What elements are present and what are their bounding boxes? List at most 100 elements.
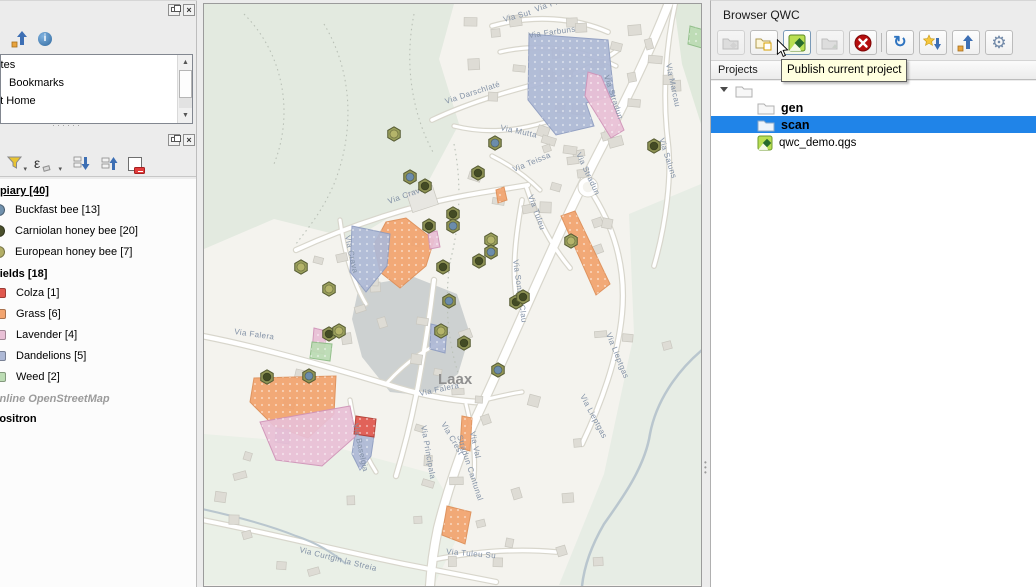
expand-favorites-button[interactable] [919, 30, 947, 55]
tree-item-label: scan [781, 118, 810, 132]
apiary-marker-carniolan[interactable] [437, 260, 449, 274]
apiary-marker-carniolan[interactable] [648, 139, 660, 153]
close-panel-button[interactable]: × [183, 134, 195, 146]
tree-item-gen[interactable]: gen [711, 99, 1036, 116]
apiary-marker-european[interactable] [333, 324, 345, 338]
legend-swatch [0, 309, 6, 319]
close-icon: × [186, 135, 191, 145]
refresh-button[interactable]: ↻ [886, 30, 914, 55]
publish-folder-button[interactable] [717, 30, 745, 55]
apiary-marker-buckfast[interactable] [404, 170, 416, 184]
legend-item[interactable]: Weed [2] [0, 366, 196, 387]
collapse-all-button[interactable] [10, 29, 30, 49]
apiary-marker-buckfast[interactable] [492, 363, 504, 377]
map-canvas[interactable]: Via DarschlatéVia SutVia PlaunaVia Farbu… [203, 3, 702, 587]
collapse-all-button[interactable] [100, 154, 120, 174]
legend-group[interactable]: Fields [18] [0, 262, 196, 282]
tree-item-root[interactable] [711, 82, 1036, 99]
legend-item[interactable]: Carniolan honey bee [20] [0, 220, 196, 241]
scrollbar[interactable]: ▲ ▼ [177, 55, 192, 123]
float-panel-button[interactable] [168, 134, 180, 146]
apiary-marker-buckfast[interactable] [443, 294, 455, 308]
apiary-marker-european[interactable] [323, 282, 335, 296]
scrollbar-up-button[interactable]: ▲ [178, 55, 193, 70]
close-icon: × [186, 5, 191, 15]
map-svg: Via DarschlatéVia SutVia PlaunaVia Farbu… [204, 4, 701, 586]
legend-label: Carniolan honey bee [20] [15, 225, 138, 237]
gear-icon: ⚙ [991, 35, 1006, 51]
browser-item[interactable]: Project Home [1, 91, 192, 109]
browser-list[interactable]: FavoritesBookmarksProject Home ▲ ▼ [0, 54, 193, 124]
legend-swatch [0, 225, 5, 237]
legend-item[interactable]: Grass [6] [0, 303, 196, 324]
dock-splitter[interactable]: ••• [702, 0, 710, 587]
expand-all-button[interactable] [72, 154, 92, 174]
delete-button[interactable] [849, 30, 877, 55]
apiary-marker-european[interactable] [435, 324, 447, 338]
float-panel-button[interactable] [168, 4, 180, 16]
layers-panel: × ▾ ε ▾ [0, 129, 197, 587]
tree-item-qwc-demo[interactable]: qwc_demo.qgs [711, 134, 1036, 151]
filter-legend-button[interactable]: ▾ [6, 154, 26, 174]
publish-project-icon [788, 34, 806, 52]
apiary-marker-buckfast[interactable] [303, 369, 315, 383]
float-icon [171, 7, 176, 12]
collapse-all-button[interactable] [952, 30, 980, 55]
folder-upload-disabled-icon [821, 35, 839, 51]
browser-item[interactable]: Bookmarks [1, 73, 192, 91]
legend-swatch [0, 204, 5, 216]
mouse-cursor [774, 39, 790, 63]
panel-splitter[interactable]: ······ [0, 122, 197, 129]
expression-icon: ε [34, 155, 40, 171]
info-button[interactable]: i [38, 29, 58, 49]
apiary-marker-carniolan[interactable] [517, 290, 529, 304]
legend-item[interactable]: Colza [1] [0, 282, 196, 303]
settings-button[interactable]: ⚙ [985, 30, 1013, 55]
dropdown-arrow-icon: ▾ [58, 165, 62, 173]
scrollbar-down-button[interactable]: ▼ [178, 108, 193, 123]
collapse-all-icon [100, 154, 120, 174]
collapse-all-icon [10, 29, 30, 49]
apiary-marker-carniolan[interactable] [458, 336, 470, 350]
legend-label: Buckfast bee [13] [15, 204, 100, 216]
apiary-marker-european[interactable] [565, 234, 577, 248]
apiary-marker-buckfast[interactable] [489, 136, 501, 150]
apiary-marker-carniolan[interactable] [261, 370, 273, 384]
load-project-button[interactable] [816, 30, 844, 55]
star-arrow-icon [923, 34, 943, 52]
toolbar-separator [881, 33, 882, 52]
close-panel-button[interactable]: × [183, 4, 195, 16]
legend-swatch [0, 330, 6, 340]
expand-arrow-icon[interactable] [720, 87, 728, 92]
delete-icon [854, 34, 872, 52]
legend-item[interactable]: European honey bee [7] [0, 241, 196, 262]
expression-filter-button[interactable]: ε ▾ [34, 154, 54, 174]
scrollbar-thumb[interactable] [179, 70, 192, 98]
legend-group[interactable]: Online OpenStreetMap [0, 387, 196, 407]
apiary-marker-european[interactable] [388, 127, 400, 141]
folder-icon [757, 117, 775, 132]
apiary-marker-european[interactable] [295, 260, 307, 274]
apiary-marker-buckfast[interactable] [447, 219, 459, 233]
legend-item[interactable]: Lavender [4] [0, 324, 196, 345]
legend-group[interactable]: Apiary [40] [0, 179, 196, 199]
apiary-marker-carniolan[interactable] [419, 179, 431, 193]
remove-layer-button[interactable] [128, 154, 148, 174]
filter-icon [6, 154, 24, 172]
apiary-marker-carniolan[interactable] [423, 219, 435, 233]
legend-item[interactable]: Dandelions [5] [0, 345, 196, 366]
layers-legend: Apiary [40] Buckfast bee [13] Carniolan ho… [0, 179, 196, 587]
legend-group[interactable]: Positron [0, 407, 196, 427]
legend-item[interactable]: Buckfast bee [13] [0, 199, 196, 220]
legend-label: Weed [2] [16, 371, 60, 383]
panel-title: Browser QWC [723, 8, 800, 22]
folder-icon [757, 100, 775, 115]
tooltip-label: Publish current project [787, 64, 901, 76]
apiary-marker-carniolan[interactable] [472, 166, 484, 180]
apiary-marker-carniolan[interactable] [473, 254, 485, 268]
apiary-marker-buckfast[interactable] [485, 245, 497, 259]
tooltip: Publish current project [781, 59, 907, 82]
qgis-project-icon [757, 135, 773, 151]
browser-item[interactable]: Favorites [1, 55, 192, 73]
tree-item-scan[interactable]: scan [711, 116, 1036, 133]
